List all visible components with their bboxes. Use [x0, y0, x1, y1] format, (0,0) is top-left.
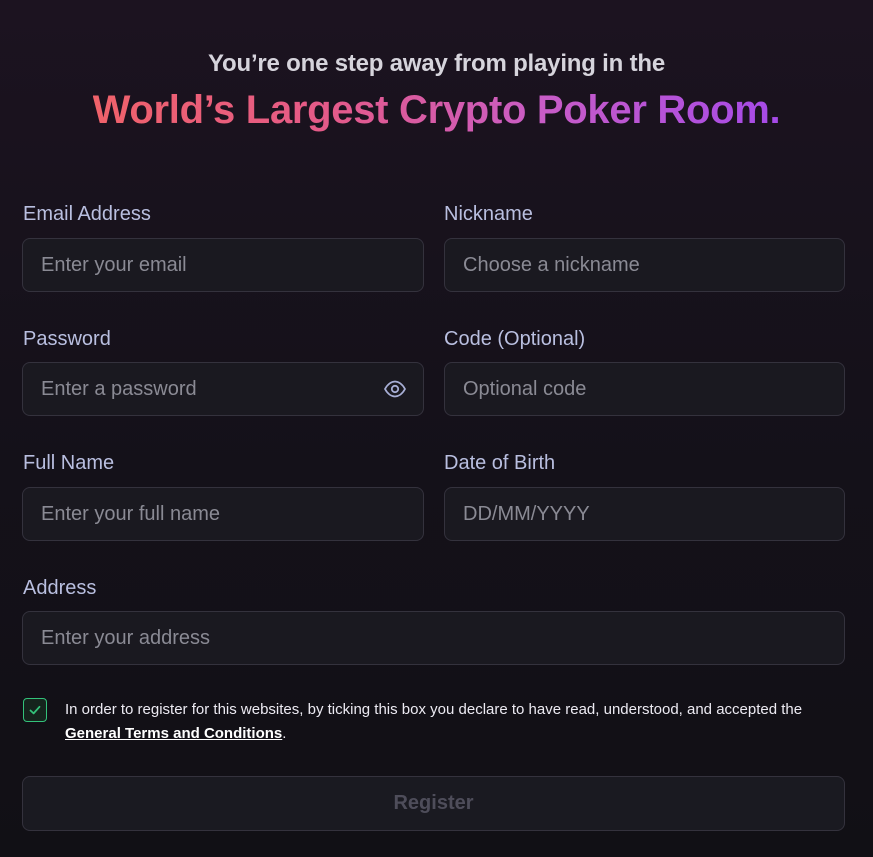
consent-text: In order to register for this websites, … — [65, 701, 803, 718]
full-name-field[interactable] — [22, 487, 424, 541]
terms-checkbox[interactable] — [23, 698, 47, 722]
sub-heading: You’re one step away from playing in the — [208, 50, 665, 77]
email-label: Email Address — [23, 203, 151, 225]
address-field[interactable] — [22, 611, 845, 665]
checkmark-icon — [29, 705, 41, 715]
code-label: Code (Optional) — [444, 328, 586, 350]
page-title: World’s Largest Crypto Poker Room. — [0, 88, 873, 133]
nickname-label: Nickname — [444, 203, 533, 225]
email-field[interactable] — [22, 238, 424, 292]
terms-link[interactable]: General Terms and Conditions — [65, 725, 282, 742]
eye-icon[interactable] — [383, 377, 407, 401]
dob-field[interactable] — [444, 487, 845, 541]
dob-label: Date of Birth — [444, 452, 556, 474]
register-button[interactable]: Register — [22, 776, 845, 831]
terms-consent-text: In order to register for this websites, … — [65, 698, 855, 746]
consent-suffix: . — [282, 725, 287, 742]
password-field[interactable] — [22, 362, 424, 416]
page-title-text: World’s Largest Crypto Poker Room. — [92, 88, 781, 132]
code-field[interactable] — [444, 362, 845, 416]
full-name-label: Full Name — [23, 452, 115, 474]
password-label: Password — [23, 328, 111, 350]
address-label: Address — [23, 577, 97, 599]
nickname-field[interactable] — [444, 238, 845, 292]
